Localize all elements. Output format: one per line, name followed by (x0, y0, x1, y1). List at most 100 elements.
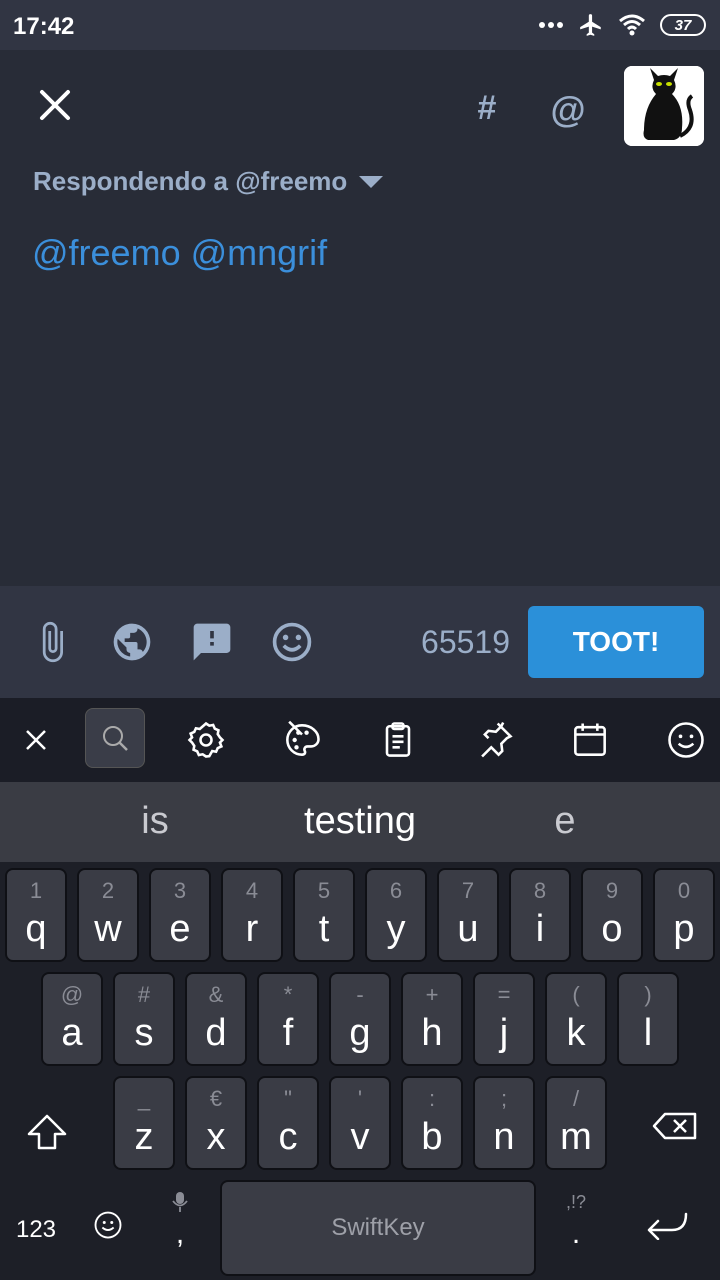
suggestion-left[interactable]: is (95, 800, 215, 843)
comma-key[interactable]: , (162, 1190, 198, 1260)
period-key[interactable]: ,!? . (556, 1192, 596, 1262)
toot-button[interactable]: TOOT! (528, 606, 704, 678)
status-bar: 17:42 37 (0, 0, 720, 50)
reply-to-label: Respondendo a @freemo (33, 166, 348, 196)
key-secondary-label: + (425, 982, 439, 1007)
emoji-icon (94, 1211, 122, 1239)
key-primary-label: k (566, 1012, 586, 1054)
key-secondary-label: 9 (605, 878, 619, 903)
key-z[interactable]: _ z (113, 1076, 175, 1170)
key-e[interactable]: 3e (149, 868, 211, 962)
key-q[interactable]: 1q (5, 868, 67, 962)
suggestion-strip: is testing e (0, 782, 720, 862)
battery-icon: 37 (660, 14, 706, 36)
key-s[interactable]: # s (113, 972, 175, 1066)
key-k[interactable]: (k (545, 972, 607, 1066)
keyboard-pin-button[interactable] (472, 718, 516, 762)
key-primary-label: c (278, 1116, 298, 1158)
key-secondary-label: : (428, 1086, 436, 1111)
key-d[interactable]: & d (185, 972, 247, 1066)
comma-label: , (175, 1217, 185, 1250)
key-primary-label: t (318, 908, 330, 950)
toot-text-input[interactable]: @freemo @mngrif (32, 232, 327, 274)
key-primary-label: w (94, 908, 122, 950)
keyboard-settings-button[interactable] (184, 718, 228, 762)
avatar[interactable] (624, 66, 704, 146)
suggestion-right[interactable]: e (505, 800, 625, 843)
shift-key[interactable] (8, 1112, 86, 1159)
key-secondary-label: ( (572, 982, 580, 1007)
attach-button[interactable] (30, 620, 74, 664)
key-u[interactable]: 7u (437, 868, 499, 962)
status-time: 17:42 (13, 13, 75, 40)
clipboard-icon (385, 722, 411, 757)
keyboard-emoji-button[interactable] (664, 718, 708, 762)
key-v[interactable]: ' v (329, 1076, 391, 1170)
keyboard-clipboard-button[interactable] (376, 718, 420, 762)
key-b[interactable]: :b (401, 1076, 463, 1170)
enter-key[interactable] (636, 1208, 700, 1247)
key-secondary-label: 2 (101, 878, 115, 903)
key-secondary-label: ; (500, 1086, 508, 1111)
keyboard-calendar-button[interactable] (568, 718, 612, 762)
key-g[interactable]: -g (329, 972, 391, 1066)
close-button[interactable] (30, 86, 82, 126)
keyboard-theme-button[interactable] (280, 718, 324, 762)
content-warning-icon (193, 623, 231, 661)
key-p[interactable]: 0p (653, 868, 715, 962)
key-a[interactable]: @ a (41, 972, 103, 1066)
key-l[interactable]: ) l (617, 972, 679, 1066)
emoji-button[interactable] (270, 620, 314, 664)
key-primary-label: o (601, 908, 623, 950)
battery-level: 37 (674, 16, 692, 34)
numbers-key[interactable]: 123 (10, 1216, 62, 1244)
status-icons: 37 (538, 10, 706, 40)
key-primary-label: v (350, 1116, 370, 1158)
key-primary-label: p (673, 908, 695, 950)
backspace-icon (652, 1112, 697, 1140)
mention-button[interactable]: @ (548, 88, 588, 132)
key-m[interactable]: / m (545, 1076, 607, 1170)
key-j[interactable]: = j (473, 972, 535, 1066)
key-o[interactable]: 9o (581, 868, 643, 962)
key-y[interactable]: 6y (365, 868, 427, 962)
visibility-button[interactable] (110, 620, 154, 664)
key-primary-label: m (560, 1116, 592, 1158)
key-primary-label: d (205, 1012, 227, 1054)
key-primary-label: r (245, 908, 259, 950)
key-h[interactable]: + h (401, 972, 463, 1066)
key-primary-label: g (349, 1012, 371, 1054)
space-bar[interactable]: SwiftKey (220, 1180, 536, 1276)
keyboard-toolbar (0, 698, 720, 782)
key-w[interactable]: 2w (77, 868, 139, 962)
reply-to-selector[interactable]: Respondendo a @freemo (33, 166, 384, 197)
key-secondary-label: ) (644, 982, 652, 1007)
backspace-key[interactable] (640, 1110, 710, 1149)
key-secondary-label: * (283, 982, 293, 1007)
key-x[interactable]: € x (185, 1076, 247, 1170)
key-secondary-label: = (497, 982, 511, 1007)
key-t[interactable]: 5t (293, 868, 355, 962)
keyboard-search-button[interactable] (85, 708, 145, 768)
keyboard-close-button[interactable] (14, 718, 58, 762)
key-i[interactable]: 8i (509, 868, 571, 962)
key-primary-label: e (169, 908, 191, 950)
hashtag-button[interactable]: # (472, 88, 502, 128)
key-c[interactable]: " c (257, 1076, 319, 1170)
character-counter: 65519 (421, 624, 510, 660)
content-warning-button[interactable] (190, 620, 234, 664)
close-icon (26, 730, 46, 750)
key-r[interactable]: 4r (221, 868, 283, 962)
key-f[interactable]: * f (257, 972, 319, 1066)
suggestion-center[interactable]: testing (260, 800, 460, 843)
settings-icon (187, 721, 225, 758)
key-primary-label: x (206, 1116, 226, 1158)
key-secondary-label: # (137, 982, 151, 1007)
key-secondary-label: 1 (29, 878, 43, 903)
attach-icon (42, 621, 63, 663)
key-primary-label: a (61, 1012, 83, 1054)
key-n[interactable]: ; n (473, 1076, 535, 1170)
emoji-key[interactable] (88, 1210, 128, 1247)
enter-return-icon (647, 1212, 688, 1241)
key-secondary-label: & (208, 982, 224, 1007)
